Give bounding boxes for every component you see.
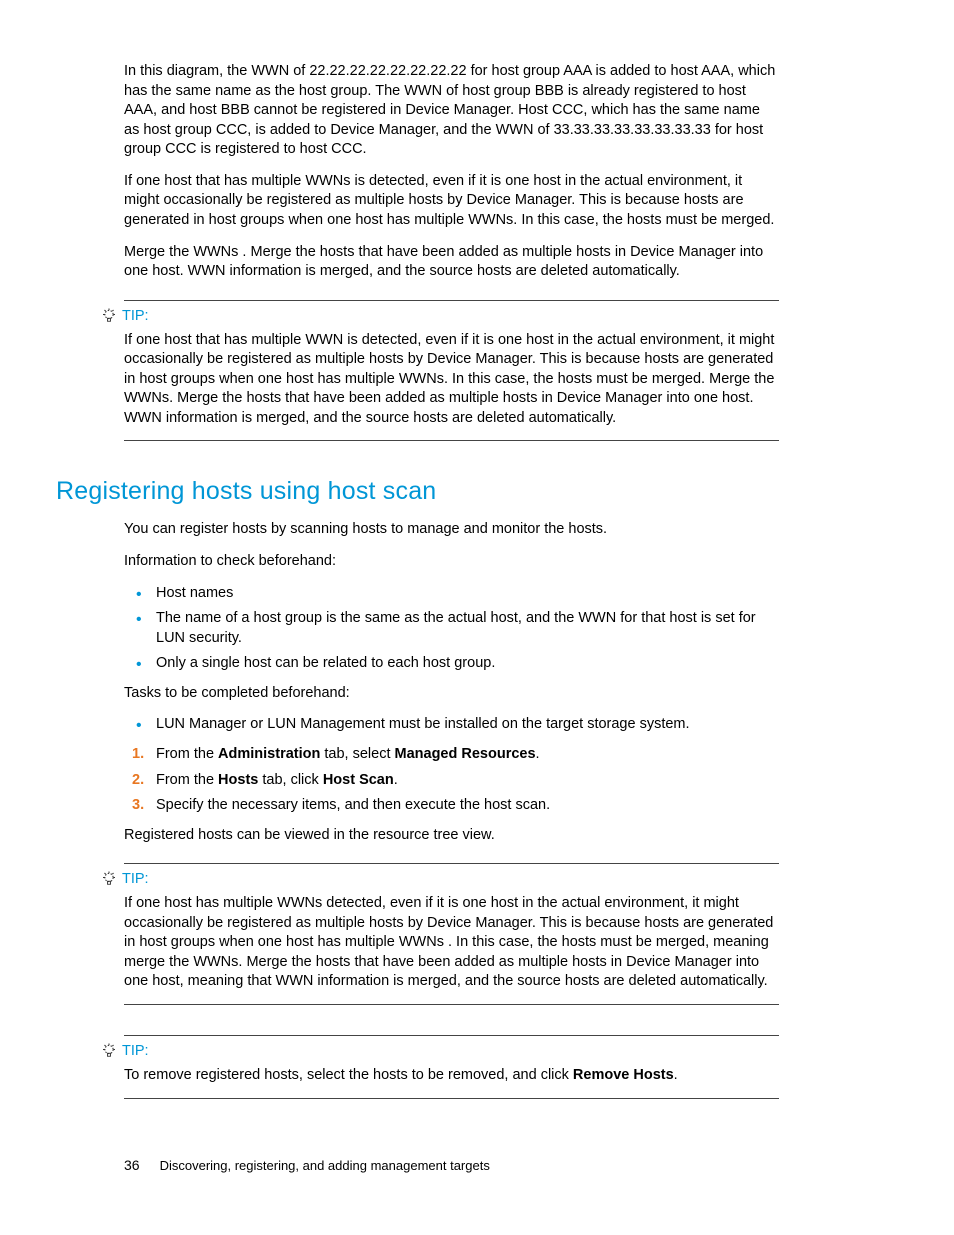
footer-chapter: Discovering, registering, and adding man… bbox=[160, 1158, 490, 1173]
divider bbox=[124, 1098, 779, 1099]
tip-text: If one host that has multiple WWN is det… bbox=[124, 331, 779, 429]
step-item: From the Administration tab, select Mana… bbox=[124, 745, 779, 765]
tip-text: To remove registered hosts, select the h… bbox=[124, 1066, 779, 1086]
tip-label-row: TIP: bbox=[100, 870, 779, 888]
tip-text: If one host has multiple WWNs detected, … bbox=[124, 894, 779, 992]
bullet-list-2: LUN Manager or LUN Management must be in… bbox=[124, 715, 779, 735]
list-item: LUN Manager or LUN Management must be in… bbox=[124, 715, 779, 735]
section-heading: Registering hosts using host scan bbox=[56, 477, 779, 506]
tip-label: TIP: bbox=[122, 871, 149, 887]
intro-block: In this diagram, the WWN of 22.22.22.22.… bbox=[124, 62, 779, 282]
tip-block-3: TIP: To remove registered hosts, select … bbox=[124, 1029, 779, 1105]
tip-block-1: TIP: If one host that has multiple WWN i… bbox=[124, 294, 779, 448]
divider bbox=[124, 300, 779, 301]
step-item: Specify the necessary items, and then ex… bbox=[124, 796, 779, 816]
lightbulb-icon bbox=[100, 870, 118, 888]
intro-p1: In this diagram, the WWN of 22.22.22.22.… bbox=[124, 62, 779, 160]
divider bbox=[124, 863, 779, 864]
list-item: Host names bbox=[124, 584, 779, 604]
tip-label-row: TIP: bbox=[100, 1042, 779, 1060]
page-number: 36 bbox=[124, 1157, 140, 1173]
intro-p3: Merge the WWNs . Merge the hosts that ha… bbox=[124, 243, 779, 282]
tip-label: TIP: bbox=[122, 1043, 149, 1059]
step-item: From the Hosts tab, click Host Scan. bbox=[124, 771, 779, 791]
steps-list: From the Administration tab, select Mana… bbox=[124, 745, 779, 816]
list-item: The name of a host group is the same as … bbox=[124, 609, 779, 648]
divider bbox=[124, 1004, 779, 1005]
lightbulb-icon bbox=[100, 307, 118, 325]
divider bbox=[124, 1035, 779, 1036]
section-p3: Tasks to be completed beforehand: bbox=[124, 684, 779, 704]
section-p2: Information to check beforehand: bbox=[124, 552, 779, 572]
bullet-list-1: Host names The name of a host group is t… bbox=[124, 584, 779, 674]
intro-p2: If one host that has multiple WWNs is de… bbox=[124, 172, 779, 231]
tip-label-row: TIP: bbox=[100, 307, 779, 325]
page: In this diagram, the WWN of 22.22.22.22.… bbox=[0, 0, 954, 1235]
tip-label: TIP: bbox=[122, 308, 149, 324]
section-body: You can register hosts by scanning hosts… bbox=[124, 520, 779, 845]
list-item: Only a single host can be related to eac… bbox=[124, 654, 779, 674]
section-p4: Registered hosts can be viewed in the re… bbox=[124, 826, 779, 846]
page-footer: 36 Discovering, registering, and adding … bbox=[124, 1157, 490, 1173]
divider bbox=[124, 440, 779, 441]
lightbulb-icon bbox=[100, 1042, 118, 1060]
tip-block-2: TIP: If one host has multiple WWNs detec… bbox=[124, 857, 779, 1011]
section-p1: You can register hosts by scanning hosts… bbox=[124, 520, 779, 540]
